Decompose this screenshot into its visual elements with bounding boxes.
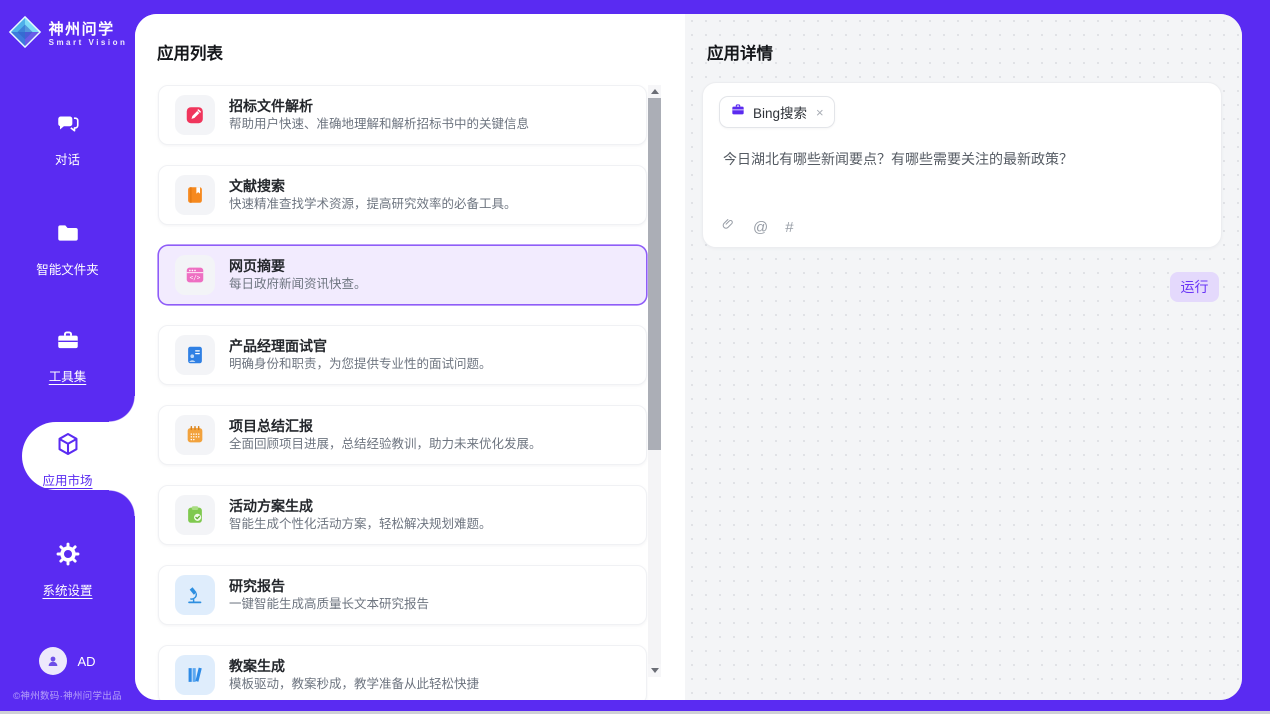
tool-tag-label: Bing搜索 xyxy=(753,102,807,122)
input-toolbar: @ # xyxy=(721,217,794,237)
app-name: 活动方案生成 xyxy=(229,498,492,514)
sidebar-item-smart-folder[interactable]: 智能文件夹 xyxy=(0,220,135,278)
close-icon[interactable]: × xyxy=(816,106,824,119)
sidebar-item-label: 系统设置 xyxy=(42,580,92,599)
app-card-event-plan[interactable]: 活动方案生成 智能生成个性化活动方案，轻松解决规划难题。 xyxy=(158,485,647,545)
copyright-text: ©神州数码·神州问学出品 xyxy=(0,688,135,702)
app-desc: 每日政府新闻资讯快查。 xyxy=(229,277,367,292)
browser-code-icon: </> xyxy=(175,255,215,295)
book-icon xyxy=(175,175,215,215)
sidebar-item-label: 对话 xyxy=(55,149,80,168)
sidebar-item-label: 应用市场 xyxy=(42,470,92,489)
app-desc: 智能生成个性化活动方案，轻松解决规划难题。 xyxy=(229,517,492,532)
scroll-down-button[interactable] xyxy=(648,664,661,677)
scroll-up-button[interactable] xyxy=(648,85,661,98)
sidebar: 神州问学 Smart Vision 对话 智能文件夹 xyxy=(0,0,135,711)
avatar xyxy=(39,647,67,675)
paperclip-icon[interactable] xyxy=(721,217,736,237)
app-desc: 一键智能生成高质量长文本研究报告 xyxy=(229,597,429,612)
app-name: 文献搜索 xyxy=(229,178,517,194)
clipboard-check-icon xyxy=(175,495,215,535)
hash-icon[interactable]: # xyxy=(785,220,793,235)
app-window: 神州问学 Smart Vision 对话 智能文件夹 xyxy=(0,0,1270,714)
cube-icon xyxy=(55,431,81,462)
scrollbar-track[interactable] xyxy=(648,450,661,664)
resume-icon xyxy=(175,335,215,375)
prompt-input[interactable]: 今日湖北有哪些新闻要点？有哪些需要关注的最新政策？ xyxy=(723,151,1201,168)
app-detail-title: 应用详情 xyxy=(707,40,773,64)
sidebar-item-app-market[interactable]: 应用市场 xyxy=(0,431,135,489)
triangle-up-icon xyxy=(651,89,659,94)
scrollbar-thumb[interactable] xyxy=(648,98,661,450)
sidebar-item-label: 工具集 xyxy=(49,366,87,385)
app-card-list: 招标文件解析 帮助用户快速、准确地理解和解析招标书中的关键信息 文献搜索 xyxy=(158,85,647,700)
app-card-bid-parse[interactable]: 招标文件解析 帮助用户快速、准确地理解和解析招标书中的关键信息 xyxy=(158,85,647,145)
diamond-logo-icon xyxy=(8,15,42,54)
notepad-icon xyxy=(175,415,215,455)
app-card-web-summary[interactable]: </> 网页摘要 每日政府新闻资讯快查。 xyxy=(158,245,647,305)
app-desc: 明确身份和职责，为您提供专业性的面试问题。 xyxy=(229,357,492,372)
prompt-editor-card: Bing搜索 × 今日湖北有哪些新闻要点？有哪些需要关注的最新政策？ @ # xyxy=(702,82,1222,248)
brand-name: 神州问学 xyxy=(49,21,128,38)
sidebar-item-toolset[interactable]: 工具集 xyxy=(0,327,135,385)
app-list-title: 应用列表 xyxy=(157,40,223,64)
brand-tagline: Smart Vision xyxy=(49,38,128,48)
app-card-pm-interviewer[interactable]: 产品经理面试官 明确身份和职责，为您提供专业性的面试问题。 xyxy=(158,325,647,385)
app-desc: 全面回顾项目进展，总结经验教训，助力未来优化发展。 xyxy=(229,437,542,452)
main-content: 应用列表 招标文件解析 帮助用户快速、准确地理解和解析招标书中的关键信息 xyxy=(135,14,1242,700)
sidebar-item-chat[interactable]: 对话 xyxy=(0,110,135,168)
books-icon xyxy=(175,655,215,695)
app-card-research-report[interactable]: 研究报告 一键智能生成高质量长文本研究报告 xyxy=(158,565,647,625)
app-name: 项目总结汇报 xyxy=(229,418,542,434)
svg-text:</>: </> xyxy=(190,274,201,281)
app-detail-panel: 应用详情 Bing搜索 × 今日湖北有哪些新闻要点？有哪些需要关注的最新政策？ xyxy=(685,14,1242,700)
sidebar-item-label: 智能文件夹 xyxy=(36,259,99,278)
triangle-down-icon xyxy=(651,668,659,673)
microscope-icon xyxy=(175,575,215,615)
chat-icon xyxy=(55,110,81,141)
doc-edit-icon xyxy=(175,95,215,135)
app-name: 招标文件解析 xyxy=(229,98,529,114)
app-name: 教案生成 xyxy=(229,658,479,674)
user-initials: AD xyxy=(77,654,95,669)
brand-logo: 神州问学 Smart Vision xyxy=(0,15,135,54)
app-name: 网页摘要 xyxy=(229,258,367,274)
list-scrollbar[interactable] xyxy=(648,85,661,677)
app-desc: 帮助用户快速、准确地理解和解析招标书中的关键信息 xyxy=(229,117,529,132)
run-button[interactable]: 运行 xyxy=(1170,272,1219,302)
app-desc: 快速精准查找学术资源，提高研究效率的必备工具。 xyxy=(229,197,517,212)
app-name: 产品经理面试官 xyxy=(229,338,492,354)
app-desc: 模板驱动，教案秒成，教学准备从此轻松快捷 xyxy=(229,677,479,692)
app-card-project-summary[interactable]: 项目总结汇报 全面回顾项目进展，总结经验教训，助力未来优化发展。 xyxy=(158,405,647,465)
app-card-lesson-plan[interactable]: 教案生成 模板驱动，教案秒成，教学准备从此轻松快捷 xyxy=(158,645,647,700)
tool-tag-bing-search[interactable]: Bing搜索 × xyxy=(719,96,835,128)
app-name: 研究报告 xyxy=(229,578,429,594)
user-account[interactable]: AD xyxy=(0,647,135,675)
sidebar-item-settings[interactable]: 系统设置 xyxy=(0,541,135,599)
folder-icon xyxy=(55,220,81,251)
app-list-panel: 应用列表 招标文件解析 帮助用户快速、准确地理解和解析招标书中的关键信息 xyxy=(135,14,685,700)
at-mention-icon[interactable]: @ xyxy=(753,220,768,235)
gear-icon xyxy=(55,541,81,572)
toolbox-icon xyxy=(55,327,81,358)
briefcase-icon xyxy=(730,102,746,123)
app-card-literature-search[interactable]: 文献搜索 快速精准查找学术资源，提高研究效率的必备工具。 xyxy=(158,165,647,225)
